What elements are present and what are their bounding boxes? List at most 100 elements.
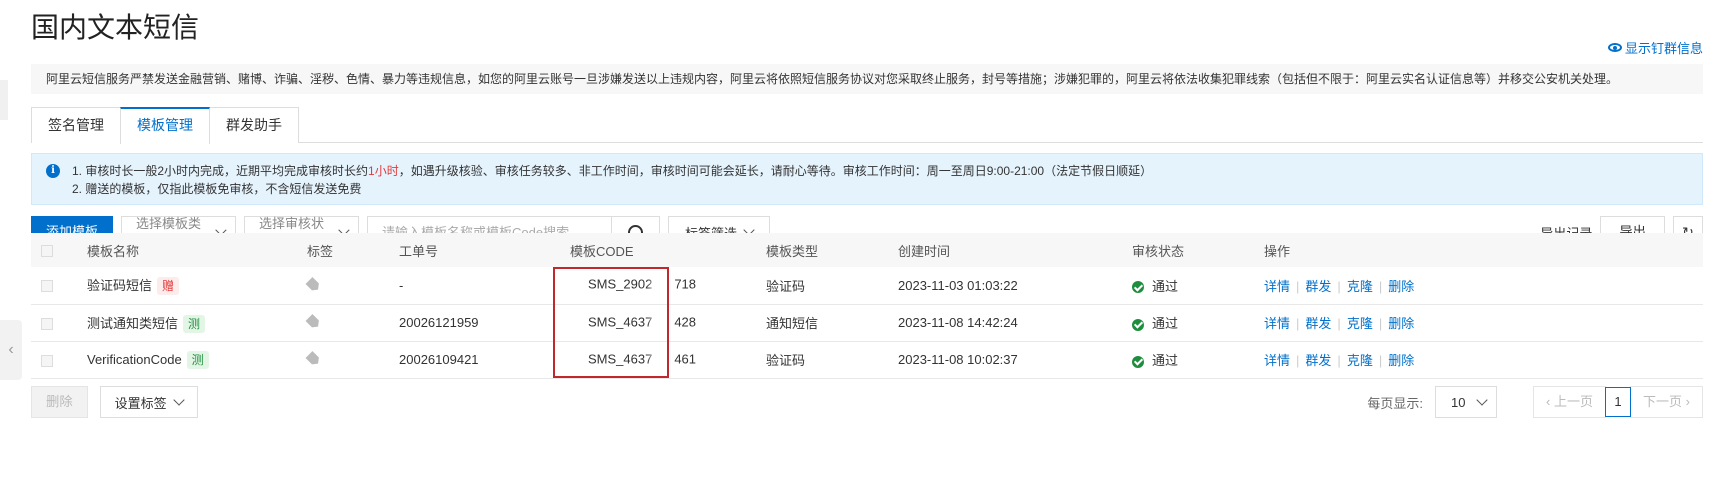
ticket-number: - bbox=[399, 277, 404, 293]
batch-delete-button[interactable]: 删除 bbox=[31, 386, 88, 418]
tag-icon[interactable] bbox=[305, 314, 321, 330]
tag-icon[interactable] bbox=[305, 351, 321, 367]
table-header-row: 模板名称 标签 工单号 模板CODE 模板类型 创建时间 审核状态 操作 bbox=[31, 233, 1703, 267]
separator: | bbox=[1296, 353, 1300, 368]
template-type: 验证码 bbox=[766, 278, 806, 294]
pagination: 每页显示: 10 ‹ 上一页 1 下一页 › bbox=[1367, 386, 1703, 418]
separator: | bbox=[1296, 316, 1300, 331]
separator: | bbox=[1378, 278, 1383, 294]
sidebar-collapse-handle[interactable]: ‹ bbox=[0, 320, 22, 380]
column-header: 模板CODE bbox=[570, 233, 766, 267]
template-type: 通知短信 bbox=[766, 316, 819, 331]
separator: | bbox=[1378, 353, 1383, 368]
tab-signature-management[interactable]: 签名管理 bbox=[31, 107, 121, 143]
separator: | bbox=[1378, 316, 1383, 331]
column-header: 审核状态 bbox=[1132, 233, 1264, 267]
ticket-number: 20026109421 bbox=[399, 352, 479, 367]
check-circle-icon bbox=[1132, 355, 1144, 368]
template-type: 验证码 bbox=[766, 353, 806, 368]
check-circle-icon bbox=[1132, 281, 1144, 294]
info-line-1-highlight: 1小时 bbox=[368, 164, 399, 178]
created-time: 2023-11-08 10:02:37 bbox=[898, 352, 1018, 367]
chevron-right-icon: › bbox=[1685, 394, 1690, 409]
clone-link[interactable]: 克隆 bbox=[1347, 353, 1373, 368]
column-header: 模板名称 bbox=[87, 233, 307, 267]
tab-bulk-send-assistant[interactable]: 群发助手 bbox=[209, 107, 299, 143]
page-size-select[interactable]: 10 bbox=[1435, 386, 1498, 418]
page-number-current[interactable]: 1 bbox=[1605, 387, 1632, 417]
select-all-checkbox[interactable] bbox=[41, 245, 53, 258]
prev-page-button[interactable]: ‹ 上一页 bbox=[1533, 386, 1607, 418]
tag-icon[interactable] bbox=[305, 277, 321, 293]
template-name: 验证码短信 bbox=[87, 278, 153, 294]
column-header: 创建时间 bbox=[898, 233, 1132, 267]
bulk-send-link[interactable]: 群发 bbox=[1305, 353, 1331, 368]
delete-link[interactable]: 删除 bbox=[1388, 316, 1414, 331]
page-size-value: 10 bbox=[1451, 394, 1466, 410]
template-code-prefix: SMS_4637 bbox=[588, 350, 653, 366]
per-page-label: 每页显示: bbox=[1367, 395, 1424, 411]
details-link[interactable]: 详情 bbox=[1264, 279, 1290, 294]
column-header: 操作 bbox=[1264, 233, 1703, 267]
delete-link[interactable]: 删除 bbox=[1388, 353, 1414, 368]
eye-icon bbox=[1607, 43, 1622, 52]
review-info-banner: i 1. 审核时长一般2小时内完成，近期平均完成审核时长约1小时，如遇升级核验、… bbox=[31, 153, 1703, 205]
table-row: 测试通知类短信测 20026121959 SMS_4637 428 通知短信 2023-1… bbox=[31, 304, 1703, 341]
info-line-1-suffix: ，如遇升级核验、审核任务较多、非工作时间，审核时间可能会延长，请耐心等待。审核工… bbox=[398, 164, 1153, 178]
compliance-notice: 阿里云短信服务严禁发送金融营销、赌博、诈骗、淫秽、色情、暴力等违规信息，如您的阿… bbox=[31, 64, 1703, 94]
review-status: 通过 bbox=[1152, 316, 1179, 331]
set-tag-button[interactable]: 设置标签 bbox=[99, 386, 198, 418]
row-actions: 详情 | 群发 | 克隆 | 删除 bbox=[1264, 267, 1703, 304]
bulk-send-link[interactable]: 群发 bbox=[1305, 316, 1331, 331]
page-title: 国内文本短信 bbox=[31, 12, 200, 43]
row-checkbox[interactable] bbox=[41, 280, 53, 293]
separator: | bbox=[1337, 353, 1341, 368]
table-row: 验证码短信赠 - SMS_2902 718 验证码 2023-11-03 01:03:22… bbox=[31, 267, 1703, 304]
redaction-mask bbox=[652, 350, 675, 369]
table-footer: 删除 设置标签 每页显示: 10 ‹ 上一页 1 下一页 › bbox=[31, 386, 1703, 418]
row-actions: 详情 | 群发 | 克隆 | 删除 bbox=[1264, 304, 1703, 341]
info-line-1-prefix: 1. 审核时长一般2小时内完成，近期平均完成审核时长约 bbox=[72, 164, 369, 178]
row-checkbox[interactable] bbox=[41, 317, 53, 330]
clone-link[interactable]: 克隆 bbox=[1347, 279, 1373, 294]
left-edge-strip bbox=[0, 80, 8, 120]
row-actions: 详情 | 群发 | 克隆 | 删除 bbox=[1264, 341, 1703, 378]
tab-template-management[interactable]: 模板管理 bbox=[120, 107, 210, 144]
chevron-left-icon: ‹ bbox=[8, 341, 14, 358]
next-page-button[interactable]: 下一页 › bbox=[1630, 386, 1703, 418]
created-time: 2023-11-03 01:03:22 bbox=[898, 277, 1018, 293]
template-code-prefix: SMS_2902 bbox=[588, 276, 653, 292]
template-table: 模板名称 标签 工单号 模板CODE 模板类型 创建时间 审核状态 操作 验证码… bbox=[31, 233, 1703, 379]
template-name: 测试通知类短信 bbox=[87, 315, 179, 331]
separator: | bbox=[1337, 316, 1341, 331]
created-time: 2023-11-08 14:42:24 bbox=[898, 315, 1018, 330]
bulk-send-link[interactable]: 群发 bbox=[1305, 279, 1331, 294]
redaction-mask bbox=[652, 276, 675, 295]
check-circle-icon bbox=[1132, 318, 1144, 331]
chevron-down-icon bbox=[173, 394, 185, 406]
tab-bar: 签名管理 模板管理 群发助手 bbox=[31, 107, 1703, 144]
show-signature-group-link[interactable]: 显示钉群信息 bbox=[1607, 38, 1703, 57]
delete-link[interactable]: 删除 bbox=[1388, 279, 1414, 294]
column-header: 标签 bbox=[307, 233, 399, 267]
template-code-suffix: 718 bbox=[674, 276, 697, 292]
set-tag-label: 设置标签 bbox=[114, 395, 167, 411]
page: ‹ 国内文本短信 显示钉群信息 阿里云短信服务严禁发送金融营销、赌博、诈骗、淫秽… bbox=[0, 0, 1718, 497]
template-badge: 测 bbox=[183, 314, 206, 333]
review-status: 通过 bbox=[1152, 278, 1179, 294]
template-code-suffix: 428 bbox=[674, 313, 697, 329]
review-status: 通过 bbox=[1152, 353, 1179, 368]
details-link[interactable]: 详情 bbox=[1264, 353, 1290, 368]
column-header: 工单号 bbox=[399, 233, 570, 267]
template-code-prefix: SMS_4637 bbox=[588, 313, 653, 329]
info-icon: i bbox=[46, 164, 60, 178]
clone-link[interactable]: 克隆 bbox=[1347, 316, 1373, 331]
chevron-down-icon bbox=[1476, 394, 1488, 406]
prev-page-label: 上一页 bbox=[1554, 394, 1594, 409]
template-badge: 赠 bbox=[157, 277, 180, 296]
details-link[interactable]: 详情 bbox=[1264, 316, 1290, 331]
chevron-left-icon: ‹ bbox=[1546, 394, 1551, 409]
separator: | bbox=[1337, 278, 1341, 294]
redaction-mask bbox=[652, 313, 675, 332]
row-checkbox[interactable] bbox=[41, 354, 53, 367]
